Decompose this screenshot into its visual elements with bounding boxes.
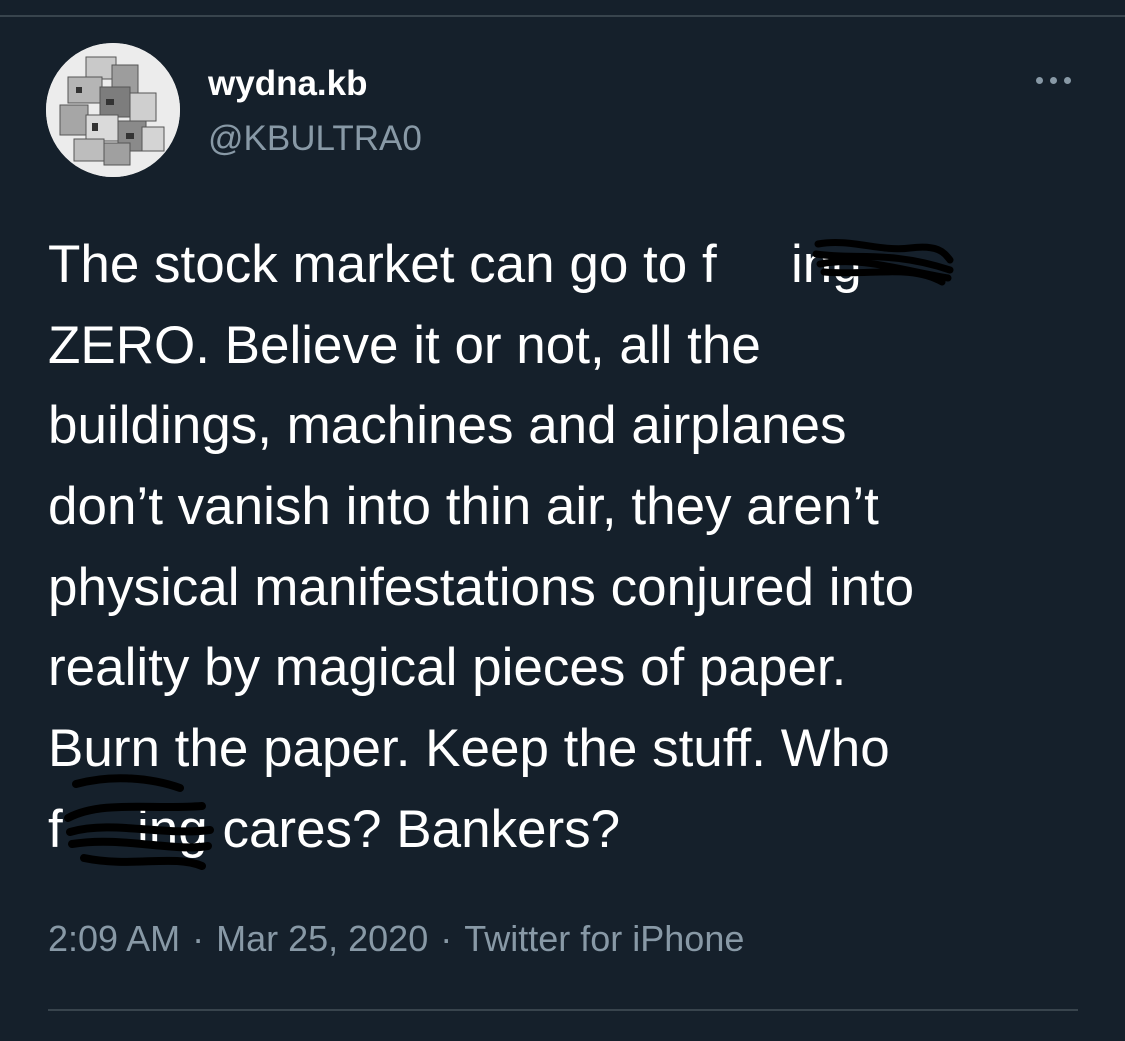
tweet-date[interactable]: Mar 25, 2020 <box>216 918 428 959</box>
top-divider <box>0 15 1125 17</box>
tweet-time[interactable]: 2:09 AM <box>48 918 180 959</box>
avatar-image <box>46 43 180 177</box>
tweet-text-line: physical manifestations conjured into <box>48 557 915 617</box>
tweet-text-line: The stock market can go to f ing <box>48 235 862 294</box>
meta-separator: · <box>192 918 205 959</box>
avatar[interactable] <box>46 43 180 177</box>
tweet-meta: 2:09 AM · Mar 25, 2020 · Twitter for iPhone <box>48 917 744 961</box>
more-options-icon[interactable] <box>1024 62 1084 98</box>
meta-separator: · <box>440 918 453 959</box>
tweet-text-line: buildings, machines and airplanes <box>48 396 847 456</box>
tweet-text-line: f ing cares? Bankers? <box>48 799 621 859</box>
bottom-divider <box>48 1009 1078 1011</box>
author-display-name[interactable]: wydna.kb <box>208 62 367 106</box>
tweet-text: The stock market can go to f ing ZERO. B… <box>48 225 1098 871</box>
tweet-text-line: don’t vanish into thin air, they aren’t <box>48 477 879 537</box>
tweet-text-line: reality by magical pieces of paper. <box>48 638 847 698</box>
author-handle[interactable]: @KBULTRA0 <box>208 117 422 161</box>
tweet-text-line: ZERO. Believe it or not, all the <box>48 315 761 375</box>
tweet-source-link[interactable]: Twitter for iPhone <box>464 918 744 959</box>
tweet-text-line: Burn the paper. Keep the stuff. Who <box>48 719 890 779</box>
